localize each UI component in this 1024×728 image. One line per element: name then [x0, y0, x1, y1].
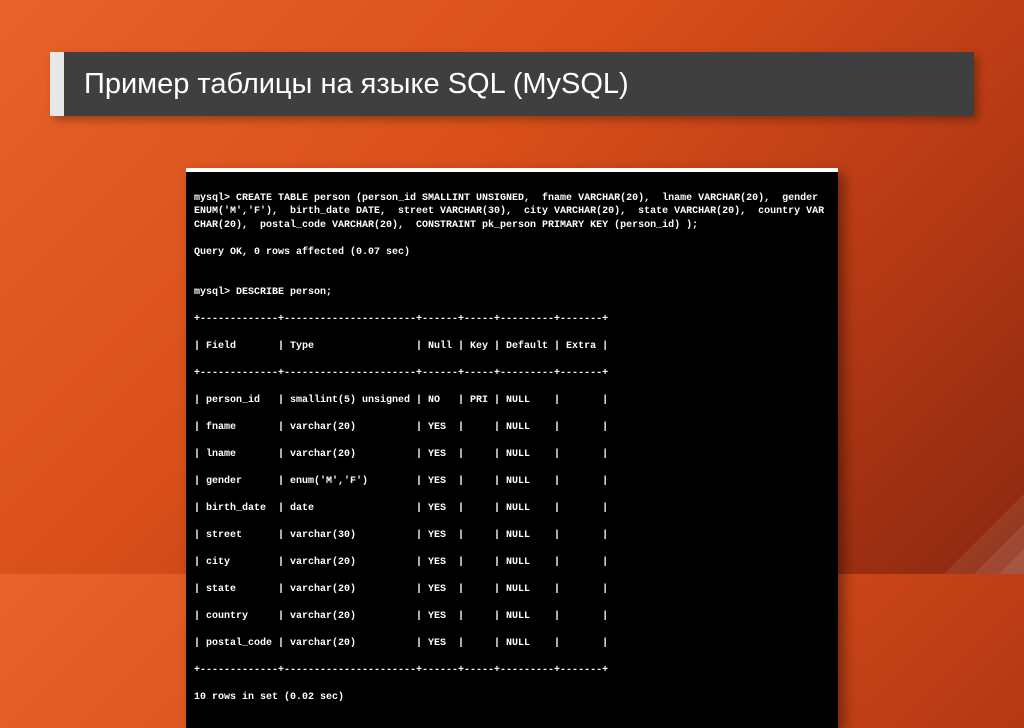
table-row: | state | varchar(20) | YES | | NULL | |	[194, 583, 830, 597]
terminal-window: mysql> CREATE TABLE person (person_id SM…	[186, 168, 838, 728]
table-row: | postal_code | varchar(20) | YES | | NU…	[194, 637, 830, 651]
table-row: | fname | varchar(20) | YES | | NULL | |	[194, 421, 830, 435]
table-border-mid: +-------------+----------------------+--…	[194, 367, 830, 381]
table-border-top: +-------------+----------------------+--…	[194, 313, 830, 327]
describe-command: mysql> DESCRIBE person;	[194, 286, 830, 300]
table-row: | lname | varchar(20) | YES | | NULL | |	[194, 448, 830, 462]
query-result: Query OK, 0 rows affected (0.07 sec)	[194, 246, 830, 260]
title-bar: Пример таблицы на языке SQL (MySQL)	[50, 52, 974, 116]
slide-title: Пример таблицы на языке SQL (MySQL)	[84, 68, 629, 101]
table-row: | gender | enum('M','F') | YES | | NULL …	[194, 475, 830, 489]
table-row: | city | varchar(20) | YES | | NULL | |	[194, 556, 830, 570]
corner-decoration-icon	[904, 454, 1024, 574]
table-row: | person_id | smallint(5) unsigned | NO …	[194, 394, 830, 408]
rows-in-set: 10 rows in set (0.02 sec)	[194, 691, 830, 705]
table-border-bottom: +-------------+----------------------+--…	[194, 664, 830, 678]
table-header: | Field | Type | Null | Key | Default | …	[194, 340, 830, 354]
table-row: | street | varchar(30) | YES | | NULL | …	[194, 529, 830, 543]
table-row: | country | varchar(20) | YES | | NULL |…	[194, 610, 830, 624]
table-row: | birth_date | date | YES | | NULL | |	[194, 502, 830, 516]
sql-create-statement: mysql> CREATE TABLE person (person_id SM…	[194, 192, 830, 233]
